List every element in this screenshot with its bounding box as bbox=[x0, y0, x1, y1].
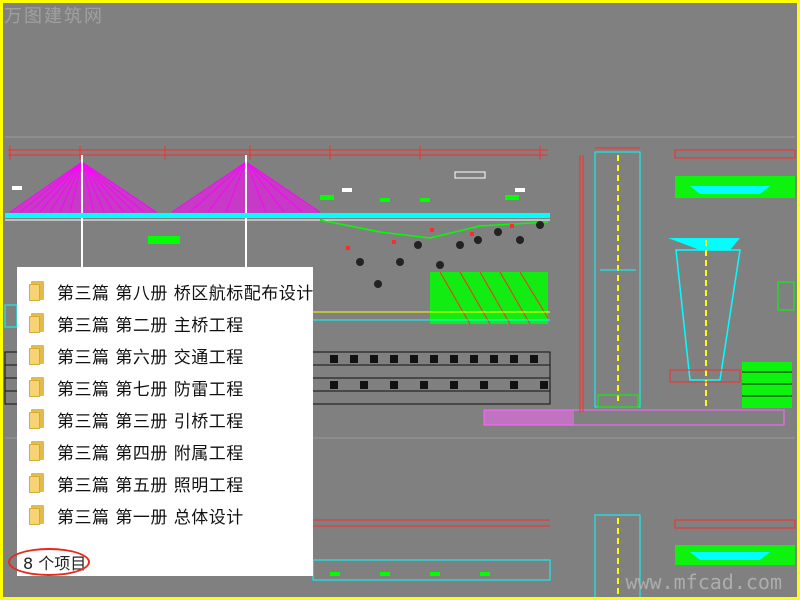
folder-icon bbox=[29, 281, 45, 301]
highlight-oval bbox=[8, 548, 90, 576]
folder-label: 第三篇 第七册 防雷工程 bbox=[57, 379, 244, 400]
folder-label: 第三篇 第五册 照明工程 bbox=[57, 475, 244, 496]
folder-icon bbox=[29, 377, 45, 397]
folder-item[interactable]: 第三篇 第七册 防雷工程 bbox=[29, 373, 329, 401]
folder-icon bbox=[29, 409, 45, 429]
folder-label: 第三篇 第八册 桥区航标配布设计 bbox=[57, 283, 314, 304]
folder-item[interactable]: 第三篇 第一册 总体设计 bbox=[29, 501, 329, 529]
folder-label: 第三篇 第一册 总体设计 bbox=[57, 507, 244, 528]
folder-item[interactable]: 第三篇 第三册 引桥工程 bbox=[29, 405, 329, 433]
folder-label: 第三篇 第四册 附属工程 bbox=[57, 443, 244, 464]
folder-item[interactable]: 第三篇 第八册 桥区航标配布设计 bbox=[29, 277, 329, 305]
folder-icon bbox=[29, 441, 45, 461]
folder-icon bbox=[29, 505, 45, 525]
folder-label: 第三篇 第三册 引桥工程 bbox=[57, 411, 244, 432]
folder-icon bbox=[29, 473, 45, 493]
folder-item[interactable]: 第三篇 第五册 照明工程 bbox=[29, 469, 329, 497]
folder-item[interactable]: 第三篇 第四册 附属工程 bbox=[29, 437, 329, 465]
folder-icon bbox=[29, 313, 45, 333]
file-list-panel: 第三篇 第八册 桥区航标配布设计 第三篇 第二册 主桥工程 第三篇 第六册 交通… bbox=[17, 267, 313, 576]
watermark: www.mfcad.com bbox=[625, 570, 782, 594]
folder-label: 第三篇 第六册 交通工程 bbox=[57, 347, 244, 368]
folder-item[interactable]: 第三篇 第二册 主桥工程 bbox=[29, 309, 329, 337]
watermark: 万图建筑网 bbox=[4, 6, 104, 27]
folder-item[interactable]: 第三篇 第六册 交通工程 bbox=[29, 341, 329, 369]
folder-label: 第三篇 第二册 主桥工程 bbox=[57, 315, 244, 336]
folder-icon bbox=[29, 345, 45, 365]
